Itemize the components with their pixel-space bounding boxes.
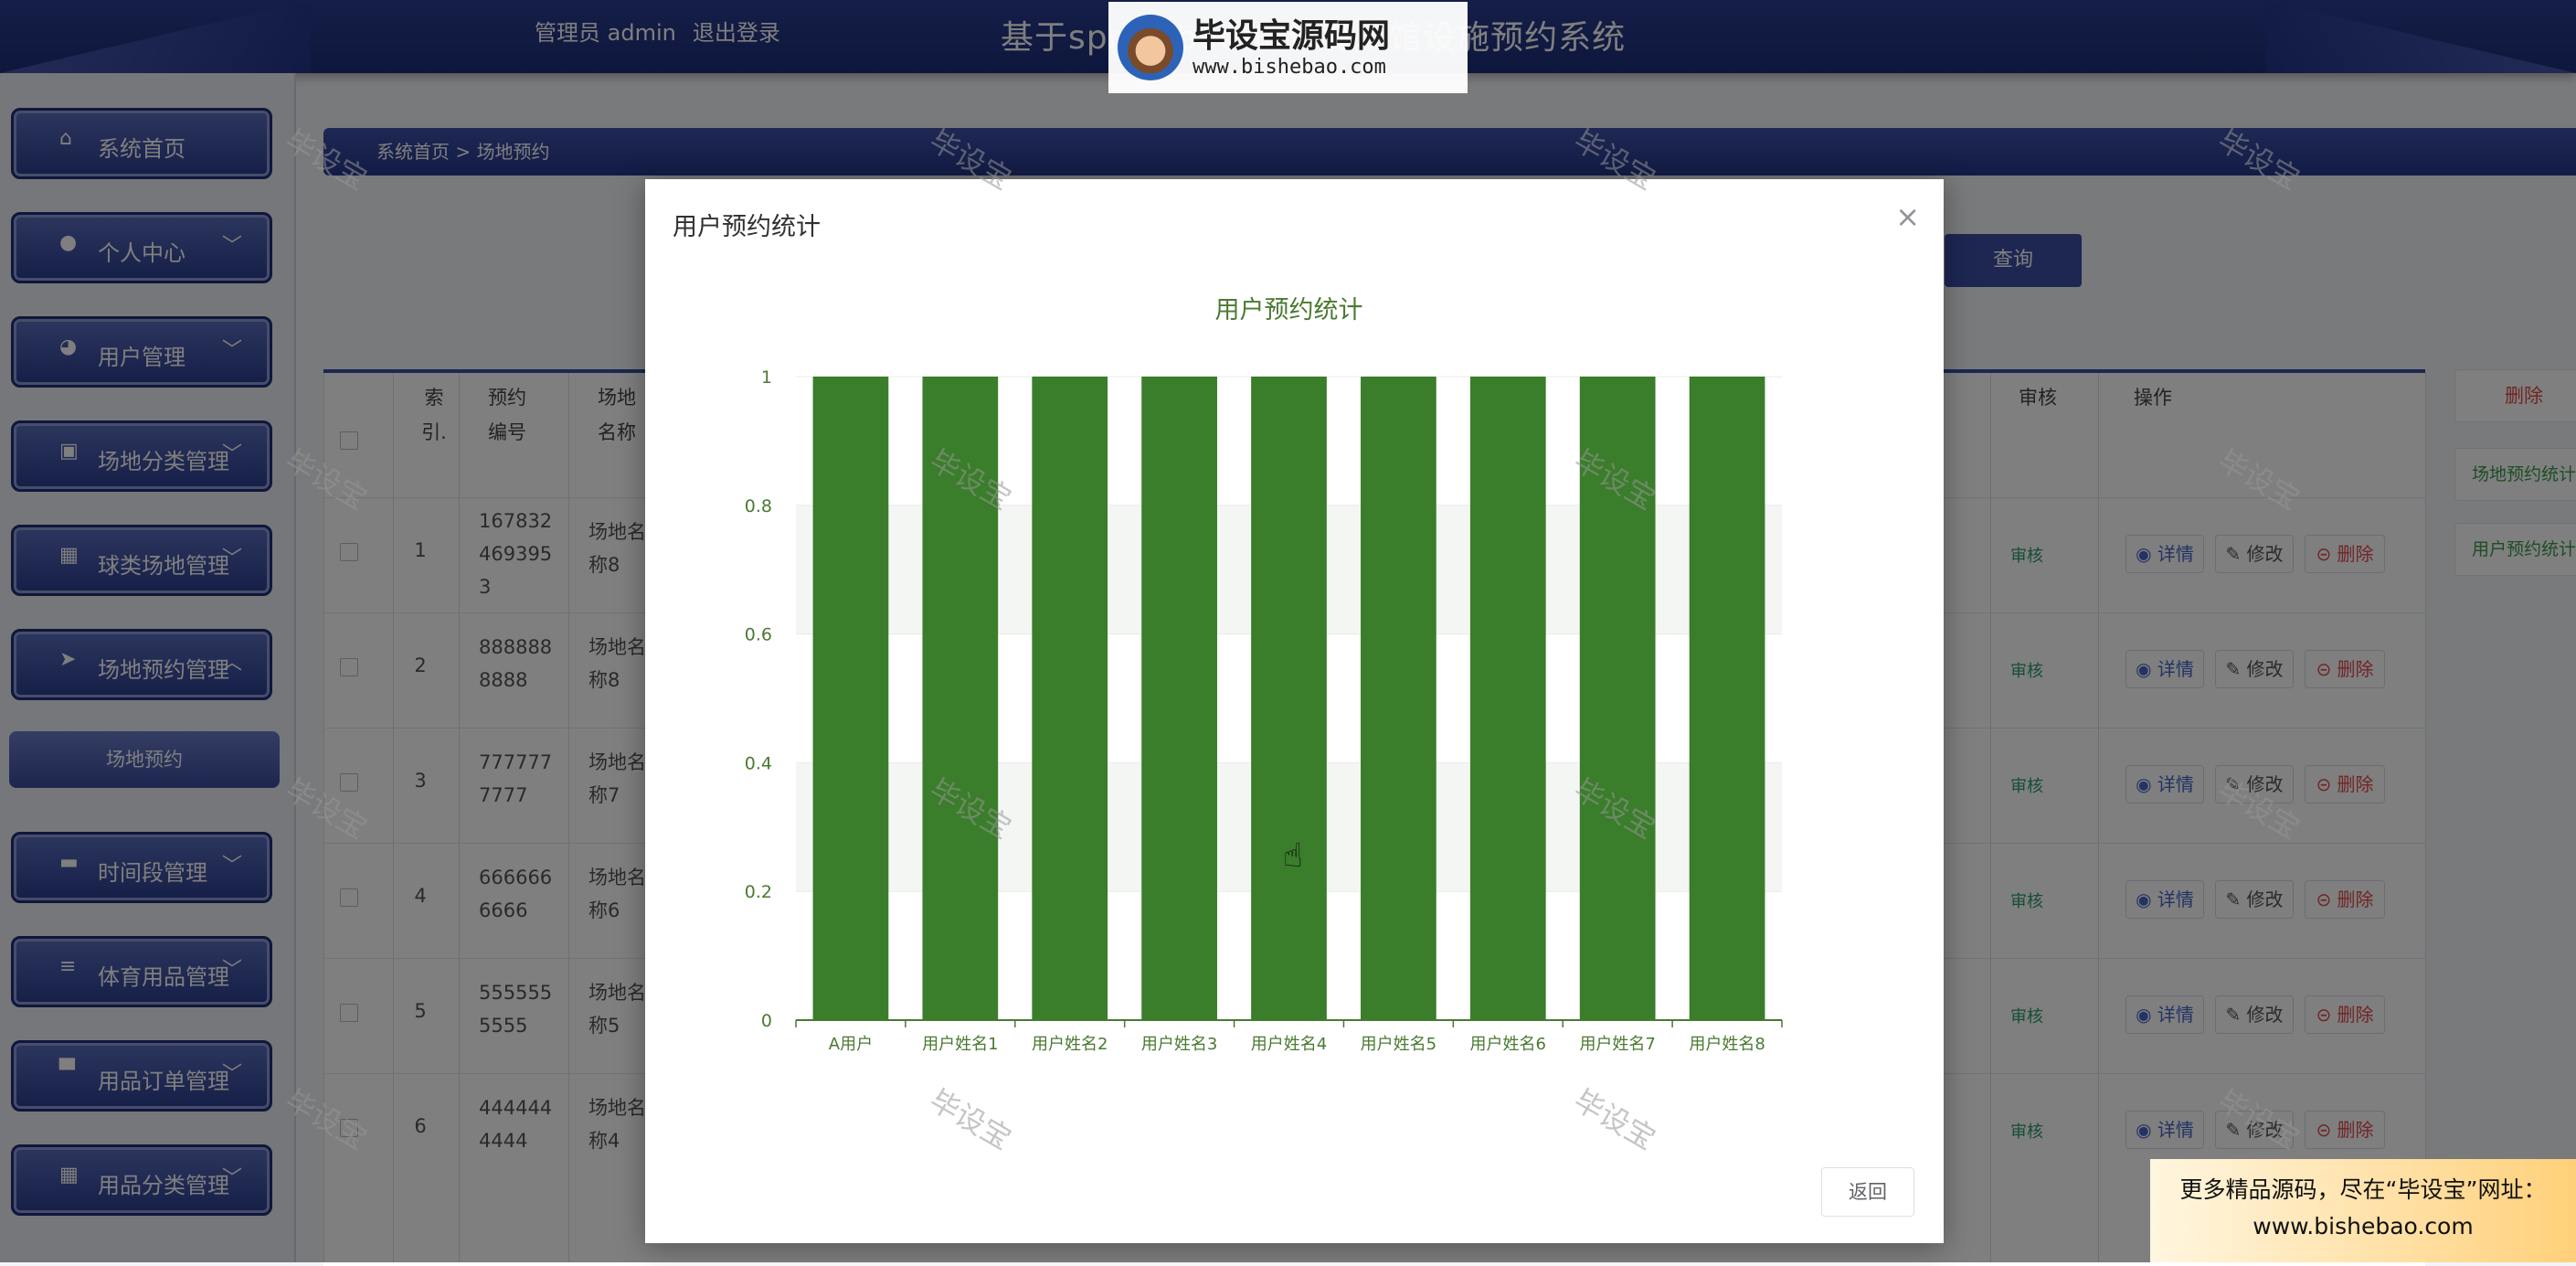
corner-advertisement: 更多精品源码，尽在“毕设宝”网址： www.bishebao.com	[2150, 1159, 2576, 1262]
x-tick-label: A用户	[829, 1035, 873, 1054]
x-tick-label: 用户姓名6	[1470, 1035, 1546, 1054]
y-tick-label: 0.2	[745, 882, 772, 902]
y-tick-label: 0.4	[745, 753, 772, 773]
return-button[interactable]: 返回	[1821, 1167, 1914, 1217]
bar-用户姓名8	[1689, 377, 1765, 1020]
bar-用户姓名7	[1579, 377, 1656, 1020]
y-tick-label: 0.8	[745, 496, 772, 516]
bar-chart: 用户预约统计 0 0.2 0.4 0.6 0.8 1 A用户 用户姓名1 用户姓名2 用户姓名3 用户…	[745, 296, 1783, 1054]
bar-用户姓名3	[1141, 377, 1217, 1020]
x-tick-label: 用户姓名4	[1251, 1035, 1327, 1054]
bar-用户姓名1	[922, 377, 999, 1020]
x-tick-label: 用户姓名1	[922, 1035, 998, 1054]
watermark-logo-url: www.bishebao.com	[1193, 55, 1386, 79]
bar-A用户	[812, 377, 889, 1020]
x-tick-label: 用户姓名7	[1579, 1035, 1655, 1054]
hand-cursor-icon: ☝	[1283, 837, 1303, 875]
corner-ad-line1: 更多精品源码，尽在“毕设宝”网址：	[2179, 1176, 2547, 1203]
watermark-logo: 毕设宝源码网 www.bishebao.com	[1108, 2, 1468, 93]
watermark-logo-title: 毕设宝源码网	[1193, 16, 1391, 55]
bar-用户姓名4	[1251, 377, 1327, 1020]
y-tick-label: 1	[761, 367, 772, 388]
x-tick-label: 用户姓名2	[1032, 1035, 1108, 1054]
chart-title: 用户预约统计	[1215, 296, 1363, 324]
watermark-mascot-icon	[1118, 15, 1183, 80]
x-tick-label: 用户姓名3	[1141, 1035, 1217, 1054]
x-tick-label: 用户姓名8	[1689, 1035, 1765, 1054]
user-booking-stats-dialog: 用户预约统计 × 用户预约统计 0 0.2 0.4 0.6 0.8 1 A用户 用户姓名1 用户姓…	[645, 179, 1944, 1243]
y-tick-label: 0.6	[745, 625, 772, 645]
bar-用户姓名2	[1032, 377, 1108, 1020]
bar-用户姓名5	[1361, 377, 1436, 1020]
y-tick-label: 0	[761, 1011, 772, 1031]
bar-用户姓名6	[1469, 377, 1546, 1020]
corner-ad-line2: www.bishebao.com	[2253, 1213, 2474, 1239]
x-tick-label: 用户姓名5	[1361, 1035, 1436, 1054]
